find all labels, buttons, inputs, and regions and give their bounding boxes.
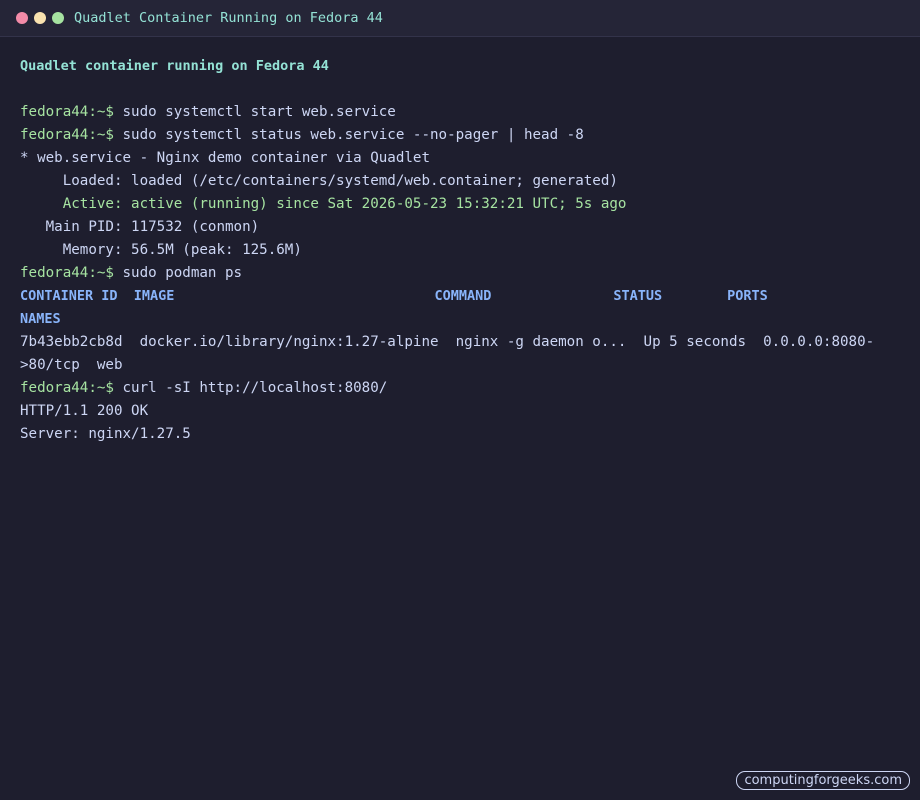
ps-table-row-wrap: >80/tcp web — [20, 357, 123, 373]
shell-prompt: fedora44:~$ — [20, 104, 114, 120]
http-status-line: HTTP/1.1 200 OK — [20, 403, 149, 419]
ps-table-header: CONTAINER ID IMAGE COMMAND STATUS PORTS — [20, 288, 768, 304]
shell-prompt: fedora44:~$ — [20, 380, 114, 396]
command-text: sudo systemctl start web.service — [113, 104, 396, 120]
command-line: fedora44:~$ sudo podman ps — [20, 262, 900, 285]
window-title: Quadlet Container Running on Fedora 44 — [74, 10, 383, 26]
terminal-heading: Quadlet container running on Fedora 44 — [20, 58, 329, 74]
status-unit-line: * web.service - Nginx demo container via… — [20, 150, 430, 166]
command-line: fedora44:~$ sudo systemctl start web.ser… — [20, 101, 900, 124]
maximize-window-button[interactable] — [52, 12, 64, 24]
close-window-button[interactable] — [16, 12, 28, 24]
terminal-output[interactable]: Quadlet container running on Fedora 44 f… — [20, 55, 900, 446]
status-pid-line: Main PID: 117532 (conmon) — [20, 219, 260, 235]
http-server-line: Server: nginx/1.27.5 — [20, 426, 191, 442]
window-titlebar: Quadlet Container Running on Fedora 44 — [0, 0, 920, 37]
status-loaded-line: Loaded: loaded (/etc/containers/systemd/… — [20, 173, 618, 189]
ps-table-row: 7b43ebb2cb8d docker.io/library/nginx:1.2… — [20, 334, 875, 350]
command-text: sudo systemctl status web.service --no-p… — [113, 127, 584, 143]
command-text: sudo podman ps — [113, 265, 243, 281]
shell-prompt: fedora44:~$ — [20, 265, 114, 281]
ps-table-header-wrap: NAMES — [20, 311, 61, 327]
shell-prompt: fedora44:~$ — [20, 127, 114, 143]
command-text: curl -sI http://localhost:8080/ — [113, 380, 388, 396]
status-active-line: Active: active (running) since Sat 2026-… — [20, 196, 627, 212]
command-line: fedora44:~$ sudo systemctl status web.se… — [20, 124, 900, 147]
status-memory-line: Memory: 56.5M (peak: 125.6M) — [20, 242, 302, 258]
minimize-window-button[interactable] — [34, 12, 46, 24]
command-line: fedora44:~$ curl -sI http://localhost:80… — [20, 377, 900, 400]
watermark: computingforgeeks.com — [736, 771, 910, 790]
